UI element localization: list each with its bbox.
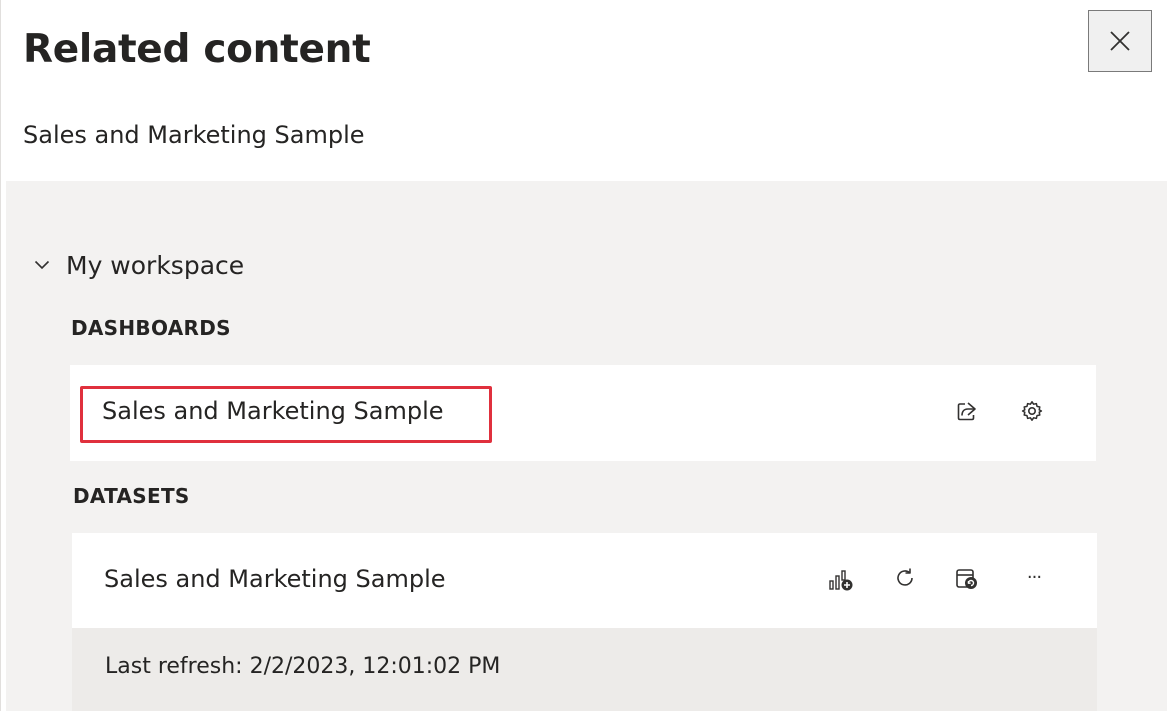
dataset-refresh-status: Last refresh: 2/2/2023, 12:01:02 PM — [72, 628, 1097, 711]
dashboards-heading: DASHBOARDS — [71, 316, 231, 340]
last-refresh-text: Last refresh: 2/2/2023, 12:01:02 PM — [105, 654, 501, 679]
datasets-heading: DATASETS — [73, 484, 190, 508]
create-report-icon[interactable] — [826, 565, 856, 595]
chevron-down-icon[interactable] — [32, 255, 52, 275]
panel-title: Related content — [23, 27, 371, 72]
related-content-panel: Related content Sales and Marketing Samp… — [0, 0, 1167, 711]
workspace-toggle[interactable]: My workspace — [32, 245, 244, 285]
schedule-refresh-icon[interactable] — [952, 564, 982, 594]
close-button[interactable] — [1088, 10, 1152, 72]
refresh-icon[interactable] — [890, 563, 920, 593]
more-options-icon[interactable]: ··· — [1019, 562, 1049, 592]
dashboard-item[interactable]: Sales and Marketing Sample — [70, 365, 1096, 461]
share-icon[interactable] — [952, 396, 982, 426]
close-icon — [1108, 29, 1132, 53]
panel-subtitle: Sales and Marketing Sample — [23, 121, 365, 149]
settings-icon[interactable] — [1017, 396, 1047, 426]
dashboard-item-name[interactable]: Sales and Marketing Sample — [102, 397, 444, 425]
dataset-item-name[interactable]: Sales and Marketing Sample — [104, 565, 446, 593]
workspace-label: My workspace — [66, 250, 245, 280]
dataset-item[interactable]: Sales and Marketing Sample ··· — [72, 533, 1097, 628]
